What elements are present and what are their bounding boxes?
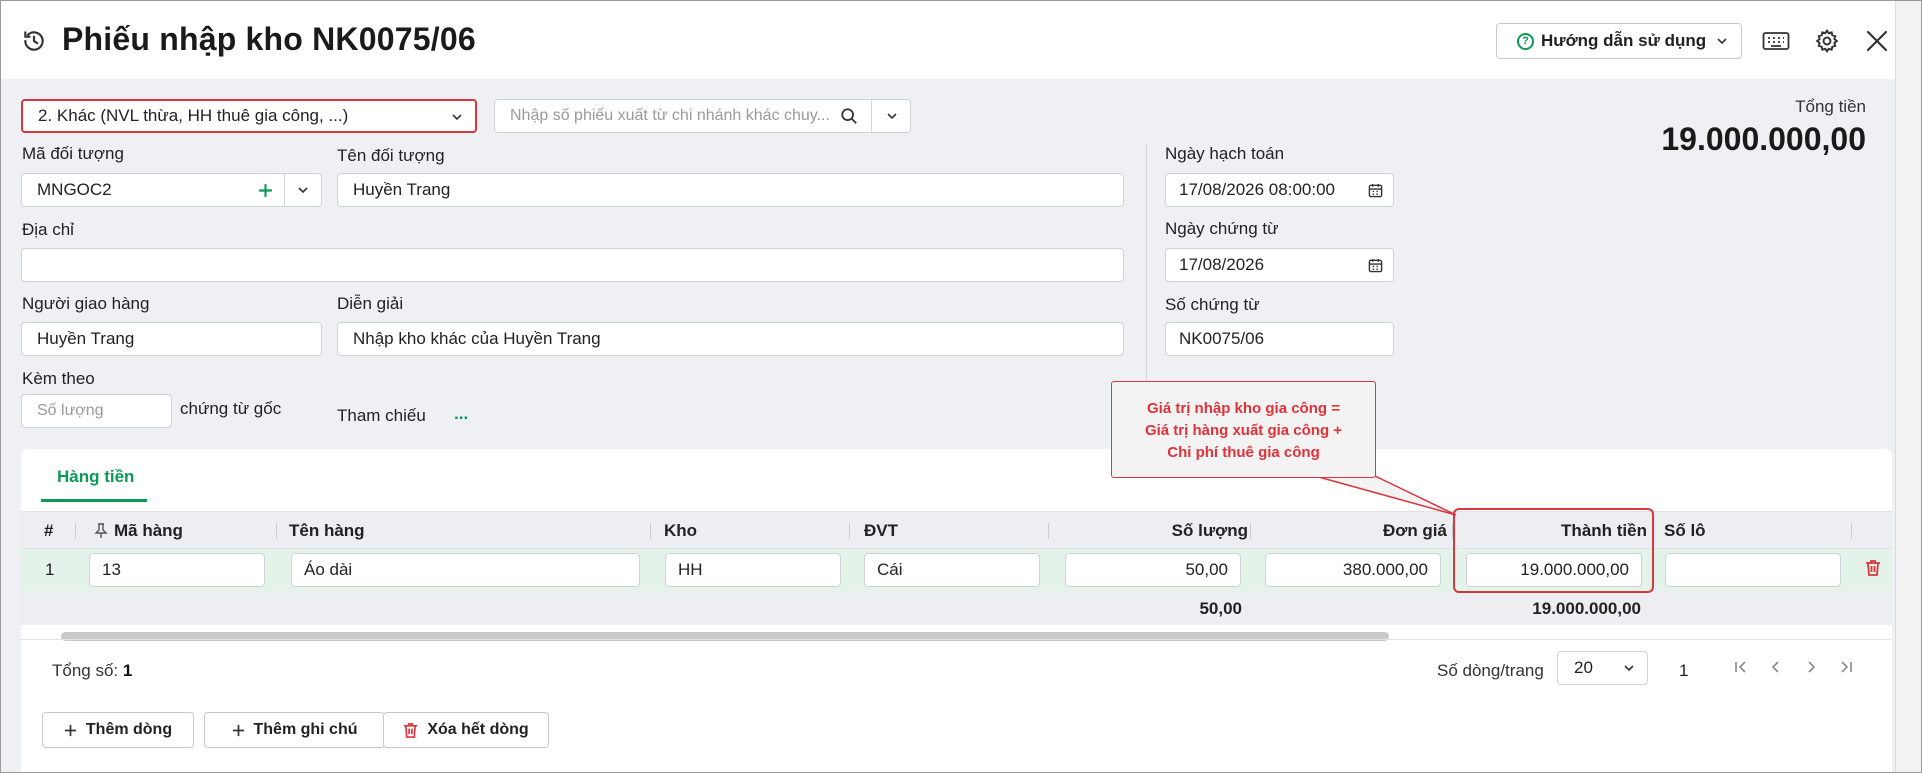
callout-line: Giá trị hàng xuất gia công + [1144, 422, 1343, 439]
callout-line: Giá trị nhập kho gia công = [1147, 400, 1340, 417]
vertical-scrollbar[interactable] [1895, 1, 1921, 772]
callout-line: Chi phí thuê gia công [1167, 444, 1320, 461]
callout-pointer [1314, 475, 1457, 516]
annotation-callout: Giá trị nhập kho gia công = Giá trị hàng… [1111, 381, 1376, 478]
window: Phiếu nhập kho NK0075/06 ? Hướng dẫn sử … [0, 0, 1922, 773]
